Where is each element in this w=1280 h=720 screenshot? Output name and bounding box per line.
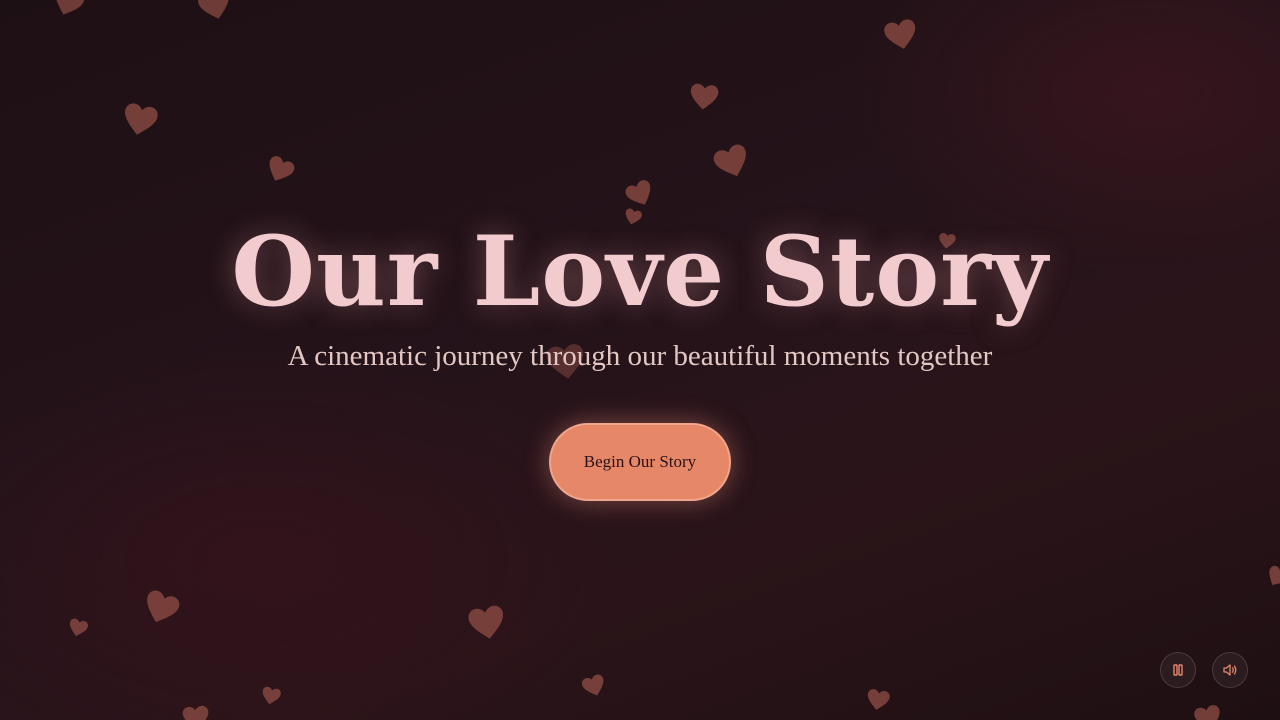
begin-story-button-label: Begin Our Story — [583, 452, 697, 471]
begin-story-button[interactable]: Begin Our Story — [549, 423, 731, 501]
page-subtitle: A cinematic journey through our beautifu… — [287, 340, 993, 372]
pause-icon — [1171, 663, 1185, 677]
page-title: Our Love Story — [231, 215, 1049, 328]
sound-button[interactable] — [1212, 652, 1248, 688]
volume-icon — [1222, 663, 1238, 677]
pause-button[interactable] — [1160, 652, 1196, 688]
hero-section: Our Love Story A cinematic journey throu… — [0, 0, 1280, 720]
